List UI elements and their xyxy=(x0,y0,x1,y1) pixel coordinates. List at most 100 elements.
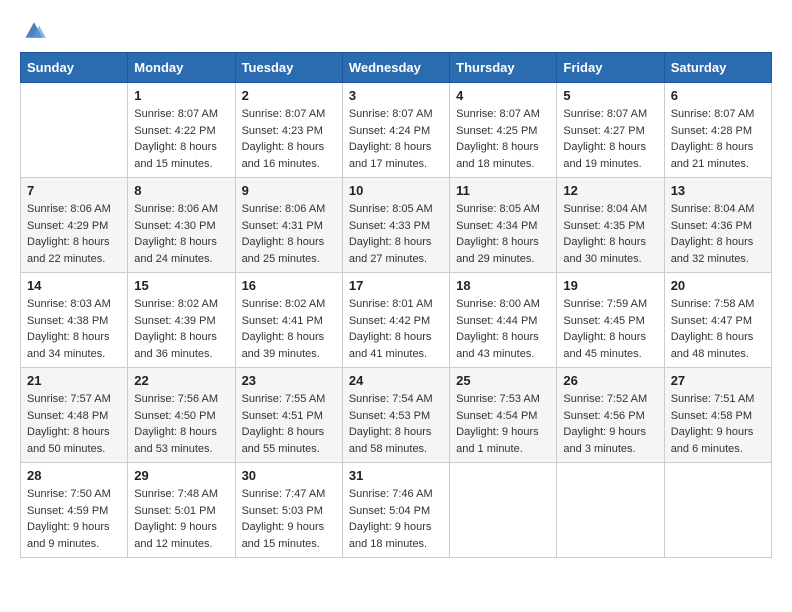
day-number: 21 xyxy=(27,373,121,388)
day-number: 2 xyxy=(242,88,336,103)
calendar-cell: 17 Sunrise: 8:01 AM Sunset: 4:42 PM Dayli… xyxy=(342,273,449,368)
day-number: 12 xyxy=(563,183,657,198)
calendar-cell: 21 Sunrise: 7:57 AM Sunset: 4:48 PM Dayli… xyxy=(21,368,128,463)
day-number: 7 xyxy=(27,183,121,198)
calendar-header-row: SundayMondayTuesdayWednesdayThursdayFrid… xyxy=(21,53,772,83)
day-number: 9 xyxy=(242,183,336,198)
day-number: 3 xyxy=(349,88,443,103)
day-number: 26 xyxy=(563,373,657,388)
calendar-cell: 14Sunrise: 8:03 AM Sunset: 4:38 PM Dayli… xyxy=(21,273,128,368)
calendar-cell: 28 Sunrise: 7:50 AM Sunset: 4:59 PM Dayli… xyxy=(21,463,128,558)
logo-icon xyxy=(22,20,46,40)
column-header-sunday: Sunday xyxy=(21,53,128,83)
calendar-cell xyxy=(450,463,557,558)
page-header xyxy=(20,20,772,36)
calendar-cell: 11Sunrise: 8:05 AM Sunset: 4:34 PM Dayli… xyxy=(450,178,557,273)
calendar-cell: 19Sunrise: 7:59 AM Sunset: 4:45 PM Dayli… xyxy=(557,273,664,368)
day-info: Sunrise: 8:01 AM Sunset: 4:42 PM Dayligh… xyxy=(349,296,443,362)
week-row-5: 28 Sunrise: 7:50 AM Sunset: 4:59 PM Dayli… xyxy=(21,463,772,558)
calendar-cell: 18 Sunrise: 8:00 AM Sunset: 4:44 PM Dayli… xyxy=(450,273,557,368)
day-number: 15 xyxy=(134,278,228,293)
calendar-cell xyxy=(21,83,128,178)
day-info: Sunrise: 7:46 AM Sunset: 5:04 PM Dayligh… xyxy=(349,486,443,552)
day-number: 24 xyxy=(349,373,443,388)
calendar-cell: 12 Sunrise: 8:04 AM Sunset: 4:35 PM Dayli… xyxy=(557,178,664,273)
calendar-cell: 30Sunrise: 7:47 AM Sunset: 5:03 PM Dayli… xyxy=(235,463,342,558)
logo xyxy=(20,20,46,36)
calendar-cell: 9 Sunrise: 8:06 AM Sunset: 4:31 PM Daylig… xyxy=(235,178,342,273)
day-info: Sunrise: 8:07 AM Sunset: 4:23 PM Dayligh… xyxy=(242,106,336,172)
day-info: Sunrise: 8:04 AM Sunset: 4:35 PM Dayligh… xyxy=(563,201,657,267)
day-number: 23 xyxy=(242,373,336,388)
calendar-cell: 8Sunrise: 8:06 AM Sunset: 4:30 PM Daylig… xyxy=(128,178,235,273)
day-info: Sunrise: 7:53 AM Sunset: 4:54 PM Dayligh… xyxy=(456,391,550,457)
day-number: 31 xyxy=(349,468,443,483)
day-info: Sunrise: 8:05 AM Sunset: 4:33 PM Dayligh… xyxy=(349,201,443,267)
day-info: Sunrise: 8:02 AM Sunset: 4:41 PM Dayligh… xyxy=(242,296,336,362)
day-info: Sunrise: 8:06 AM Sunset: 4:29 PM Dayligh… xyxy=(27,201,121,267)
day-number: 22 xyxy=(134,373,228,388)
day-number: 16 xyxy=(242,278,336,293)
day-number: 17 xyxy=(349,278,443,293)
day-info: Sunrise: 8:06 AM Sunset: 4:31 PM Dayligh… xyxy=(242,201,336,267)
calendar-cell: 6Sunrise: 8:07 AM Sunset: 4:28 PM Daylig… xyxy=(664,83,771,178)
day-info: Sunrise: 7:54 AM Sunset: 4:53 PM Dayligh… xyxy=(349,391,443,457)
calendar-cell: 7 Sunrise: 8:06 AM Sunset: 4:29 PM Daylig… xyxy=(21,178,128,273)
calendar-cell: 26 Sunrise: 7:52 AM Sunset: 4:56 PM Dayli… xyxy=(557,368,664,463)
day-info: Sunrise: 7:52 AM Sunset: 4:56 PM Dayligh… xyxy=(563,391,657,457)
week-row-1: 1 Sunrise: 8:07 AM Sunset: 4:22 PM Daylig… xyxy=(21,83,772,178)
column-header-saturday: Saturday xyxy=(664,53,771,83)
day-info: Sunrise: 8:04 AM Sunset: 4:36 PM Dayligh… xyxy=(671,201,765,267)
calendar-cell: 13 Sunrise: 8:04 AM Sunset: 4:36 PM Dayli… xyxy=(664,178,771,273)
day-info: Sunrise: 8:07 AM Sunset: 4:25 PM Dayligh… xyxy=(456,106,550,172)
calendar-cell: 29 Sunrise: 7:48 AM Sunset: 5:01 PM Dayli… xyxy=(128,463,235,558)
day-number: 18 xyxy=(456,278,550,293)
day-number: 1 xyxy=(134,88,228,103)
calendar-cell: 4 Sunrise: 8:07 AM Sunset: 4:25 PM Daylig… xyxy=(450,83,557,178)
day-info: Sunrise: 8:07 AM Sunset: 4:24 PM Dayligh… xyxy=(349,106,443,172)
week-row-3: 14Sunrise: 8:03 AM Sunset: 4:38 PM Dayli… xyxy=(21,273,772,368)
day-info: Sunrise: 7:58 AM Sunset: 4:47 PM Dayligh… xyxy=(671,296,765,362)
day-info: Sunrise: 7:57 AM Sunset: 4:48 PM Dayligh… xyxy=(27,391,121,457)
day-info: Sunrise: 8:02 AM Sunset: 4:39 PM Dayligh… xyxy=(134,296,228,362)
calendar-cell xyxy=(557,463,664,558)
day-number: 13 xyxy=(671,183,765,198)
calendar-cell: 1 Sunrise: 8:07 AM Sunset: 4:22 PM Daylig… xyxy=(128,83,235,178)
day-info: Sunrise: 7:56 AM Sunset: 4:50 PM Dayligh… xyxy=(134,391,228,457)
day-info: Sunrise: 8:06 AM Sunset: 4:30 PM Dayligh… xyxy=(134,201,228,267)
calendar-cell: 20 Sunrise: 7:58 AM Sunset: 4:47 PM Dayli… xyxy=(664,273,771,368)
calendar-cell: 22 Sunrise: 7:56 AM Sunset: 4:50 PM Dayli… xyxy=(128,368,235,463)
calendar-cell: 24 Sunrise: 7:54 AM Sunset: 4:53 PM Dayli… xyxy=(342,368,449,463)
day-number: 20 xyxy=(671,278,765,293)
day-number: 6 xyxy=(671,88,765,103)
calendar-table: SundayMondayTuesdayWednesdayThursdayFrid… xyxy=(20,52,772,558)
day-info: Sunrise: 7:59 AM Sunset: 4:45 PM Dayligh… xyxy=(563,296,657,362)
day-number: 4 xyxy=(456,88,550,103)
day-number: 27 xyxy=(671,373,765,388)
calendar-cell: 31 Sunrise: 7:46 AM Sunset: 5:04 PM Dayli… xyxy=(342,463,449,558)
day-number: 28 xyxy=(27,468,121,483)
column-header-friday: Friday xyxy=(557,53,664,83)
day-info: Sunrise: 8:07 AM Sunset: 4:27 PM Dayligh… xyxy=(563,106,657,172)
calendar-cell: 16 Sunrise: 8:02 AM Sunset: 4:41 PM Dayli… xyxy=(235,273,342,368)
calendar-cell: 25Sunrise: 7:53 AM Sunset: 4:54 PM Dayli… xyxy=(450,368,557,463)
calendar-cell: 3 Sunrise: 8:07 AM Sunset: 4:24 PM Daylig… xyxy=(342,83,449,178)
calendar-cell: 23 Sunrise: 7:55 AM Sunset: 4:51 PM Dayli… xyxy=(235,368,342,463)
day-number: 29 xyxy=(134,468,228,483)
day-info: Sunrise: 7:48 AM Sunset: 5:01 PM Dayligh… xyxy=(134,486,228,552)
day-info: Sunrise: 7:50 AM Sunset: 4:59 PM Dayligh… xyxy=(27,486,121,552)
calendar-cell: 27Sunrise: 7:51 AM Sunset: 4:58 PM Dayli… xyxy=(664,368,771,463)
day-info: Sunrise: 8:07 AM Sunset: 4:22 PM Dayligh… xyxy=(134,106,228,172)
day-number: 30 xyxy=(242,468,336,483)
column-header-monday: Monday xyxy=(128,53,235,83)
day-number: 14 xyxy=(27,278,121,293)
calendar-cell: 2 Sunrise: 8:07 AM Sunset: 4:23 PM Daylig… xyxy=(235,83,342,178)
calendar-cell: 15 Sunrise: 8:02 AM Sunset: 4:39 PM Dayli… xyxy=(128,273,235,368)
calendar-cell: 5 Sunrise: 8:07 AM Sunset: 4:27 PM Daylig… xyxy=(557,83,664,178)
day-info: Sunrise: 7:55 AM Sunset: 4:51 PM Dayligh… xyxy=(242,391,336,457)
day-number: 11 xyxy=(456,183,550,198)
week-row-2: 7 Sunrise: 8:06 AM Sunset: 4:29 PM Daylig… xyxy=(21,178,772,273)
day-number: 5 xyxy=(563,88,657,103)
column-header-tuesday: Tuesday xyxy=(235,53,342,83)
day-info: Sunrise: 8:00 AM Sunset: 4:44 PM Dayligh… xyxy=(456,296,550,362)
